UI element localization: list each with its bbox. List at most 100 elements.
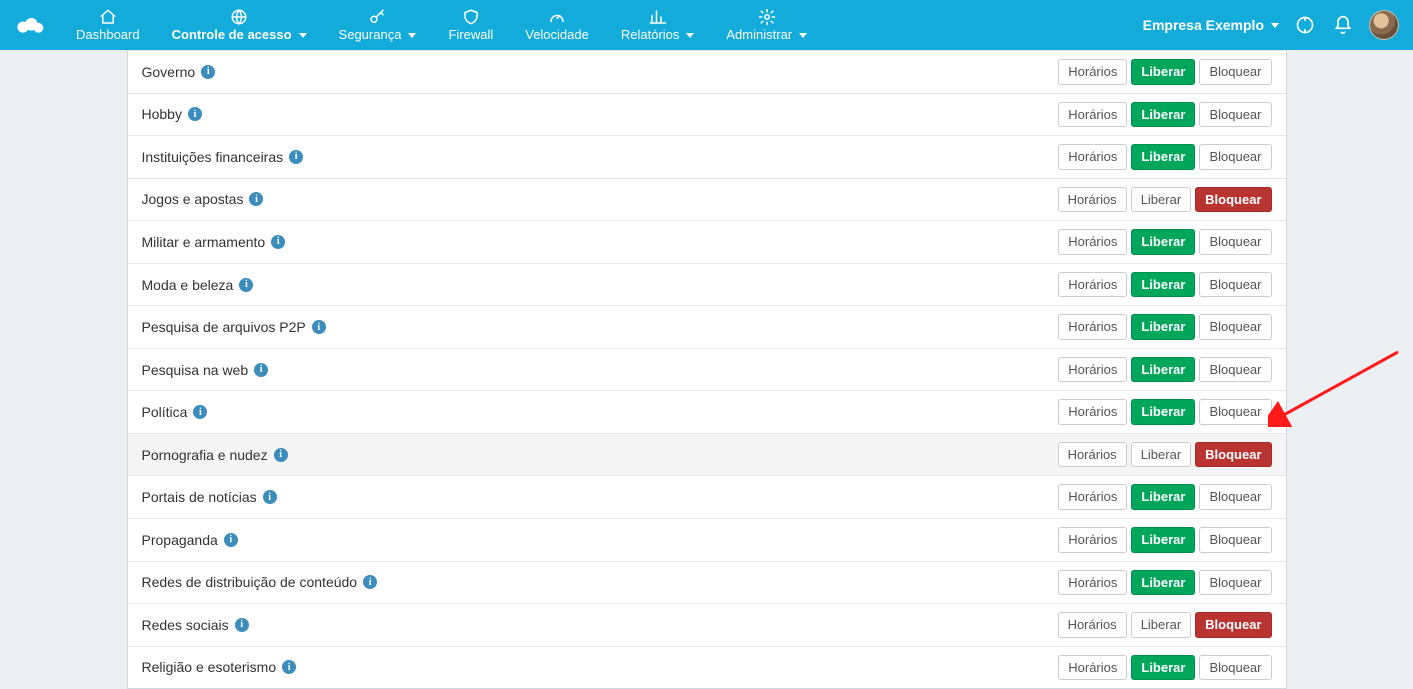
- liberar-button[interactable]: Liberar: [1131, 144, 1195, 170]
- bloquear-button[interactable]: Bloquear: [1199, 59, 1271, 85]
- liberar-button[interactable]: Liberar: [1131, 272, 1195, 298]
- info-icon[interactable]: i: [254, 363, 268, 377]
- nav-item-dashboard[interactable]: Dashboard: [60, 0, 156, 50]
- info-icon[interactable]: i: [201, 65, 215, 79]
- category-label: Moda e belezai: [142, 277, 1059, 293]
- nav-item-velocidade[interactable]: Velocidade: [509, 0, 605, 50]
- nav-item-label: Velocidade: [525, 27, 589, 43]
- category-label: Hobbyi: [142, 106, 1059, 122]
- category-buttons: HoráriosLiberarBloquear: [1058, 102, 1271, 128]
- category-buttons: HoráriosLiberarBloquear: [1058, 229, 1271, 255]
- bloquear-button[interactable]: Bloquear: [1199, 527, 1271, 553]
- horarios-button[interactable]: Horários: [1058, 570, 1127, 596]
- caret-down-icon: [799, 33, 807, 38]
- category-row: Instituições financeirasiHoráriosLiberar…: [128, 135, 1286, 178]
- horarios-button[interactable]: Horários: [1058, 612, 1127, 638]
- category-buttons: HoráriosLiberarBloquear: [1058, 484, 1271, 510]
- bloquear-button[interactable]: Bloquear: [1195, 612, 1271, 638]
- info-icon[interactable]: i: [282, 660, 296, 674]
- nav-item-administrar[interactable]: Administrar: [710, 0, 823, 50]
- company-dropdown[interactable]: Empresa Exemplo: [1143, 17, 1279, 33]
- horarios-button[interactable]: Horários: [1058, 59, 1127, 85]
- horarios-button[interactable]: Horários: [1058, 484, 1127, 510]
- category-label: Pesquisa na webi: [142, 362, 1059, 378]
- horarios-button[interactable]: Horários: [1058, 272, 1127, 298]
- info-icon[interactable]: i: [363, 575, 377, 589]
- nav-item-firewall[interactable]: Firewall: [432, 0, 509, 50]
- info-icon[interactable]: i: [224, 533, 238, 547]
- caret-down-icon: [408, 33, 416, 38]
- category-label: Pesquisa de arquivos P2Pi: [142, 319, 1059, 335]
- nav-item-relat-rios[interactable]: Relatórios: [605, 0, 711, 50]
- category-buttons: HoráriosLiberarBloquear: [1058, 442, 1272, 468]
- bloquear-button[interactable]: Bloquear: [1199, 229, 1271, 255]
- key-icon: [368, 7, 386, 27]
- liberar-button[interactable]: Liberar: [1131, 59, 1195, 85]
- category-row: HobbyiHoráriosLiberarBloquear: [128, 93, 1286, 136]
- category-row: GovernoiHoráriosLiberarBloquear: [128, 50, 1286, 93]
- brand-logo[interactable]: [0, 0, 60, 50]
- category-panel: GovernoiHoráriosLiberarBloquearHobbyiHor…: [127, 50, 1287, 689]
- bloquear-button[interactable]: Bloquear: [1199, 272, 1271, 298]
- horarios-button[interactable]: Horários: [1058, 229, 1127, 255]
- category-row: Redes sociaisiHoráriosLiberarBloquear: [128, 603, 1286, 646]
- horarios-button[interactable]: Horários: [1058, 442, 1127, 468]
- info-icon[interactable]: i: [274, 448, 288, 462]
- nav-item-label: Controle de acesso: [172, 27, 292, 43]
- liberar-button[interactable]: Liberar: [1131, 399, 1195, 425]
- liberar-button[interactable]: Liberar: [1131, 357, 1195, 383]
- nav-item-seguran-a[interactable]: Segurança: [323, 0, 433, 50]
- horarios-button[interactable]: Horários: [1058, 144, 1127, 170]
- liberar-button[interactable]: Liberar: [1131, 314, 1195, 340]
- category-buttons: HoráriosLiberarBloquear: [1058, 399, 1271, 425]
- bloquear-button[interactable]: Bloquear: [1195, 187, 1271, 213]
- avatar[interactable]: [1369, 10, 1399, 40]
- liberar-button[interactable]: Liberar: [1131, 229, 1195, 255]
- liberar-button[interactable]: Liberar: [1131, 442, 1191, 468]
- liberar-button[interactable]: Liberar: [1131, 527, 1195, 553]
- liberar-button[interactable]: Liberar: [1131, 102, 1195, 128]
- nav-item-controle-de-acesso[interactable]: Controle de acesso: [156, 0, 323, 50]
- info-icon[interactable]: i: [188, 107, 202, 121]
- horarios-button[interactable]: Horários: [1058, 399, 1127, 425]
- nav-item-label: Dashboard: [76, 27, 140, 43]
- nav-item-label: Relatórios: [621, 27, 680, 43]
- info-icon[interactable]: i: [312, 320, 326, 334]
- category-buttons: HoráriosLiberarBloquear: [1058, 357, 1271, 383]
- bloquear-button[interactable]: Bloquear: [1199, 314, 1271, 340]
- sync-icon[interactable]: [1293, 13, 1317, 37]
- category-label: Políticai: [142, 404, 1059, 420]
- info-icon[interactable]: i: [249, 192, 263, 206]
- info-icon[interactable]: i: [193, 405, 207, 419]
- category-buttons: HoráriosLiberarBloquear: [1058, 655, 1271, 681]
- horarios-button[interactable]: Horários: [1058, 527, 1127, 553]
- bloquear-button[interactable]: Bloquear: [1199, 484, 1271, 510]
- bloquear-button[interactable]: Bloquear: [1199, 570, 1271, 596]
- category-row: Religião e esoterismoiHoráriosLiberarBlo…: [128, 646, 1286, 689]
- category-row: Redes de distribuição de conteúdoiHorári…: [128, 561, 1286, 604]
- bell-icon[interactable]: [1331, 13, 1355, 37]
- bloquear-button[interactable]: Bloquear: [1195, 442, 1271, 468]
- nav-item-label: Segurança: [339, 27, 402, 43]
- liberar-button[interactable]: Liberar: [1131, 655, 1195, 681]
- liberar-button[interactable]: Liberar: [1131, 484, 1195, 510]
- horarios-button[interactable]: Horários: [1058, 655, 1127, 681]
- info-icon[interactable]: i: [289, 150, 303, 164]
- liberar-button[interactable]: Liberar: [1131, 570, 1195, 596]
- horarios-button[interactable]: Horários: [1058, 187, 1127, 213]
- horarios-button[interactable]: Horários: [1058, 314, 1127, 340]
- bloquear-button[interactable]: Bloquear: [1199, 144, 1271, 170]
- info-icon[interactable]: i: [239, 278, 253, 292]
- horarios-button[interactable]: Horários: [1058, 357, 1127, 383]
- bloquear-button[interactable]: Bloquear: [1199, 655, 1271, 681]
- category-buttons: HoráriosLiberarBloquear: [1058, 570, 1271, 596]
- bloquear-button[interactable]: Bloquear: [1199, 102, 1271, 128]
- bloquear-button[interactable]: Bloquear: [1199, 399, 1271, 425]
- horarios-button[interactable]: Horários: [1058, 102, 1127, 128]
- info-icon[interactable]: i: [271, 235, 285, 249]
- info-icon[interactable]: i: [263, 490, 277, 504]
- info-icon[interactable]: i: [235, 618, 249, 632]
- bloquear-button[interactable]: Bloquear: [1199, 357, 1271, 383]
- liberar-button[interactable]: Liberar: [1131, 187, 1191, 213]
- liberar-button[interactable]: Liberar: [1131, 612, 1191, 638]
